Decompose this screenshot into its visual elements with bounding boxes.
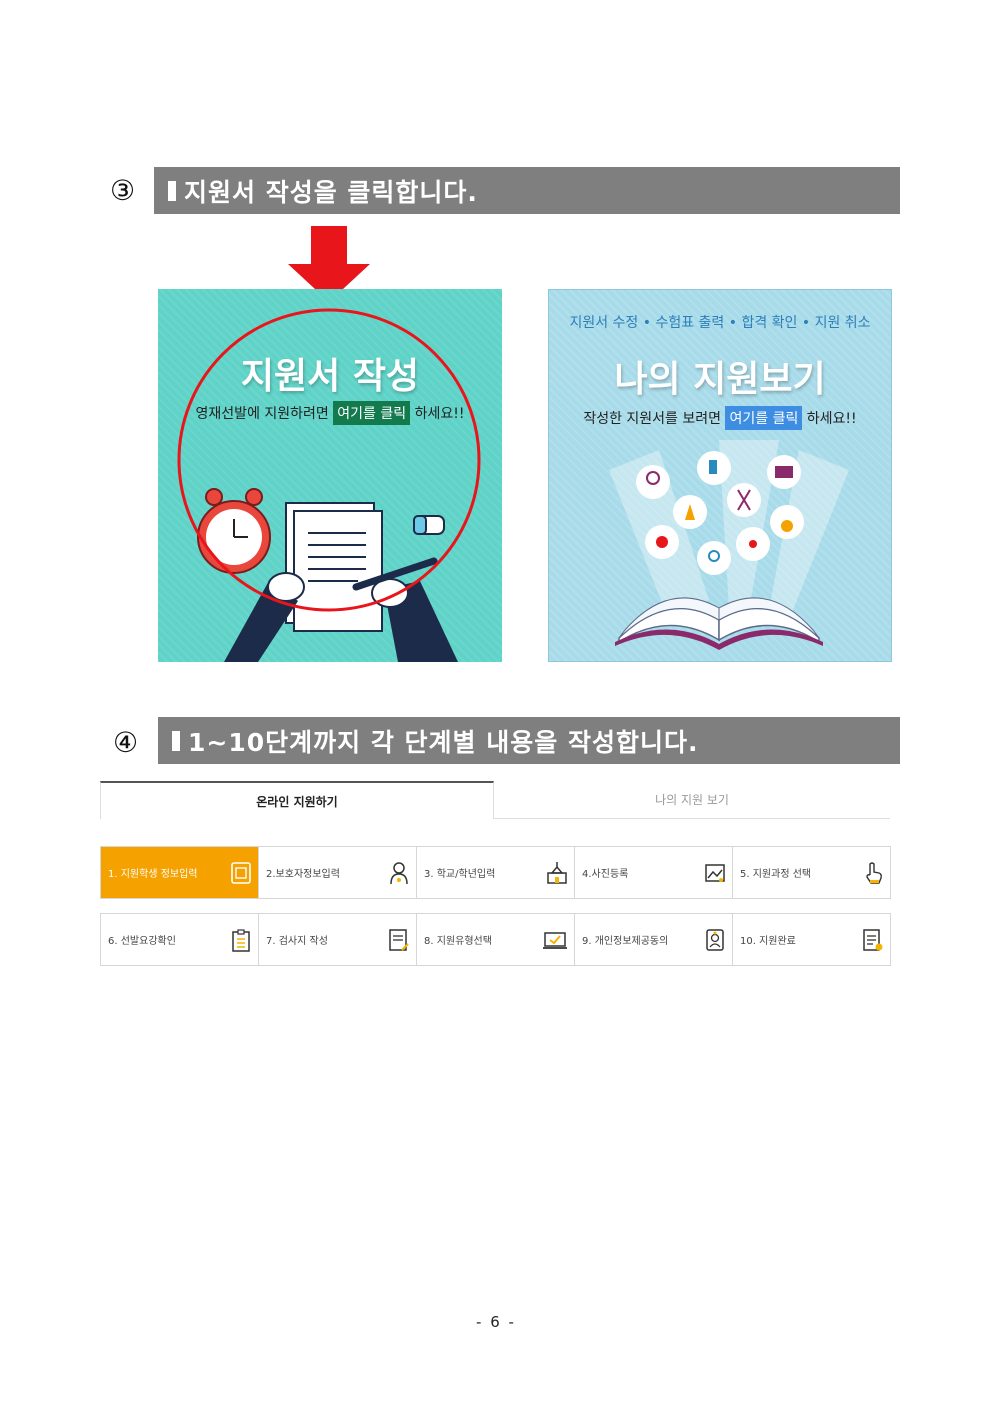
photo-icon — [705, 863, 725, 882]
eraser-icon — [413, 515, 445, 535]
step-item[interactable]: 5. 지원과정 선택 — [733, 847, 890, 898]
step-item[interactable]: 2.보호자정보입력 — [259, 847, 417, 898]
step-item[interactable]: 8. 지원유형선택 — [417, 914, 575, 965]
bar-mark — [168, 180, 176, 201]
person-icon — [390, 861, 408, 884]
steps-row-1: 1. 지원학생 정보입력 2.보호자정보입력 3. 학교/학년입력 4.사진등록 — [100, 846, 891, 899]
step-label: 3. 학교/학년입력 — [424, 869, 496, 880]
id-card-icon — [231, 861, 251, 884]
step-item[interactable]: 3. 학교/학년입력 — [417, 847, 575, 898]
alarm-clock-icon — [197, 488, 271, 574]
step-label: 6. 선발요강확인 — [108, 936, 176, 947]
tab-online-apply[interactable]: 온라인 지원하기 — [100, 781, 494, 819]
paper-icon — [285, 502, 383, 632]
clipboard-icon — [232, 928, 250, 952]
section-title: 1~10단계까지 각 단계별 내용을 작성합니다. — [188, 727, 699, 757]
apply-card[interactable]: 지원서 작성 영재선발에 지원하려면 여기를 클릭 하세요!! — [158, 289, 502, 662]
step-item[interactable]: 10. 지원완료 — [733, 914, 890, 965]
step-item[interactable]: 7. 검사지 작성 — [259, 914, 417, 965]
step-label: 8. 지원유형선택 — [424, 936, 492, 947]
page-number: - 6 - — [476, 1313, 516, 1331]
step-label: 9. 개인정보제공동의 — [582, 936, 669, 947]
steps-row-2: 6. 선발요강확인 7. 검사지 작성 8. 지원유형선택 9. 개인정보제공동… — [100, 913, 891, 966]
tab-my-application[interactable]: 나의 지원 보기 — [494, 781, 890, 819]
school-icon — [547, 861, 567, 884]
laptop-check-icon — [543, 931, 567, 949]
section-title: 지원서 작성을 클릭합니다. — [184, 177, 478, 207]
step-item[interactable]: 9. 개인정보제공동의 — [575, 914, 733, 965]
bar-mark — [172, 730, 180, 751]
step-label: 2.보호자정보입력 — [266, 869, 340, 880]
apply-illustration — [177, 308, 481, 662]
step-label: 5. 지원과정 선택 — [740, 869, 812, 880]
step-item[interactable]: 6. 선발요강확인 — [101, 914, 259, 965]
document-edit-icon — [389, 928, 409, 951]
step-number: ④ — [113, 726, 139, 759]
step-label: 1. 지원학생 정보입력 — [108, 869, 198, 880]
section-header-bar: 지원서 작성을 클릭합니다. — [154, 167, 900, 214]
my-application-card[interactable]: 지원서 수정 • 수험표 출력 • 합격 확인 • 지원 취소 나의 지원보기 … — [548, 289, 892, 662]
document-done-icon — [863, 928, 883, 951]
step-label: 7. 검사지 작성 — [266, 936, 328, 947]
step-label: 4.사진등록 — [582, 869, 629, 880]
application-tabs: 온라인 지원하기 나의 지원 보기 — [100, 781, 890, 821]
step-item[interactable]: 1. 지원학생 정보입력 — [101, 847, 259, 898]
step-number: ③ — [110, 174, 136, 207]
step-label: 10. 지원완료 — [740, 936, 796, 947]
view-illustration — [609, 440, 849, 650]
section-header-bar: 1~10단계까지 각 단계별 내용을 작성합니다. — [158, 717, 900, 764]
step-item[interactable]: 4.사진등록 — [575, 847, 733, 898]
id-badge-icon — [706, 928, 724, 951]
hand-pointer-icon — [866, 861, 882, 884]
